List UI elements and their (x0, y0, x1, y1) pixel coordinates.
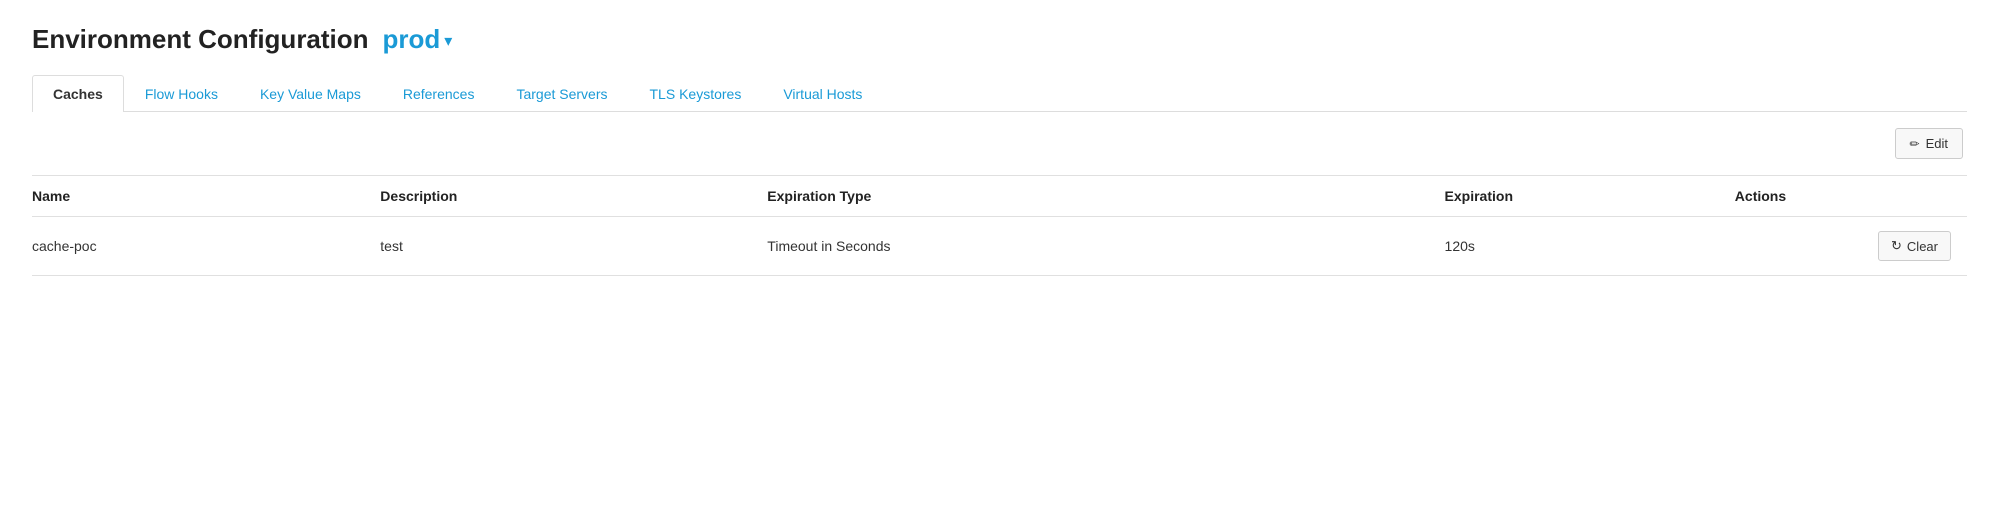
cell-expiration: 120s (1445, 217, 1735, 276)
toolbar: ✏ Edit (32, 128, 1967, 159)
table-header-row: Name Description Expiration Type Expirat… (32, 176, 1967, 217)
caches-table: Name Description Expiration Type Expirat… (32, 175, 1967, 276)
table-row: cache-poc test Timeout in Seconds 120s ↻… (32, 217, 1967, 276)
env-name: prod (382, 24, 440, 55)
page-container: Environment Configuration prod ▾ Caches … (0, 0, 1999, 515)
cell-description: test (380, 217, 767, 276)
tab-key-value-maps[interactable]: Key Value Maps (239, 75, 382, 112)
edit-button[interactable]: ✏ Edit (1895, 128, 1963, 159)
env-selector[interactable]: prod ▾ (382, 24, 452, 55)
chevron-down-icon: ▾ (444, 31, 452, 51)
pencil-icon: ✏ (1910, 137, 1920, 151)
col-header-expiration: Expiration (1445, 176, 1735, 217)
tab-tls-keystores[interactable]: TLS Keystores (629, 75, 763, 112)
page-header: Environment Configuration prod ▾ (32, 24, 1967, 55)
tab-flow-hooks[interactable]: Flow Hooks (124, 75, 239, 112)
clear-button[interactable]: ↻ Clear (1878, 231, 1951, 261)
tab-virtual-hosts[interactable]: Virtual Hosts (762, 75, 883, 112)
tab-references[interactable]: References (382, 75, 496, 112)
refresh-icon: ↻ (1891, 238, 1902, 254)
col-header-actions: Actions (1735, 176, 1967, 217)
tab-caches[interactable]: Caches (32, 75, 124, 112)
col-header-name: Name (32, 176, 380, 217)
cell-expiration-type: Timeout in Seconds (767, 217, 1444, 276)
tabs-container: Caches Flow Hooks Key Value Maps Referen… (32, 75, 1967, 112)
page-title: Environment Configuration (32, 24, 369, 55)
cell-name: cache-poc (32, 217, 380, 276)
col-header-expiration-type: Expiration Type (767, 176, 1444, 217)
content-area: ✏ Edit Name Description Expiration Type (32, 112, 1967, 276)
col-header-description: Description (380, 176, 767, 217)
cell-actions: ↻ Clear (1735, 217, 1967, 276)
tab-target-servers[interactable]: Target Servers (495, 75, 628, 112)
